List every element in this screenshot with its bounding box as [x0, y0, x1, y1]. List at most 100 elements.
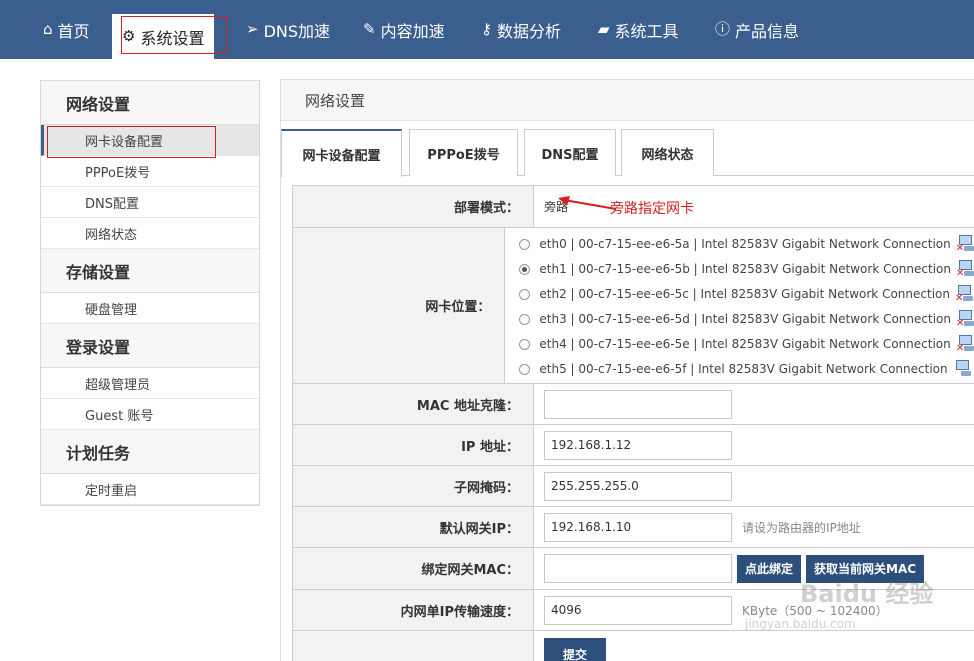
nav-product-info[interactable]: ⓘ 产品信息: [715, 0, 799, 59]
watermark-url: jingyan.baidu.com: [745, 617, 856, 631]
sidebar-item-scheduled-reboot[interactable]: 定时重启: [41, 474, 259, 505]
tab-pppoe[interactable]: PPPoE拨号: [409, 129, 518, 176]
bind-mac-input[interactable]: [544, 554, 732, 583]
nic-option-eth3[interactable]: eth3 | 00-c7-15-ee-e6-5d | Intel 82583V …: [519, 307, 974, 332]
nav-dns-acceleration[interactable]: ➢ DNS加速: [246, 0, 330, 59]
nic-option-eth5[interactable]: eth5 | 00-c7-15-ee-e6-5f | Intel 82583V …: [519, 357, 974, 382]
sidebar-item-network-status[interactable]: 网络状态: [41, 218, 259, 249]
radio-eth3[interactable]: [519, 313, 531, 325]
lan-speed-input[interactable]: [544, 595, 732, 625]
sidebar-item-guest[interactable]: Guest 账号: [41, 399, 259, 430]
bind-mac-label: 绑定网关MAC：: [293, 548, 534, 589]
sidebar-group-schedule[interactable]: 计划任务: [41, 430, 259, 474]
network-disconnected-icon: ✕: [956, 235, 974, 254]
lan-speed-label: 内网单IP传输速度：: [293, 590, 534, 630]
tab-network-status[interactable]: 网络状态: [621, 129, 714, 176]
sidebar-item-disk[interactable]: 硬盘管理: [41, 293, 259, 324]
network-disconnected-icon: ✕: [956, 335, 974, 354]
sidebar: 网络设置 网卡设备配置 PPPoE拨号 DNS配置 网络状态 存储设置 硬盘管理…: [40, 80, 260, 506]
tab-nic-config[interactable]: 网卡设备配置: [281, 129, 402, 177]
nic-option-eth2[interactable]: eth2 | 00-c7-15-ee-e6-5c | Intel 82583V …: [519, 282, 974, 307]
watermark-text: Baidu 经验: [800, 580, 934, 608]
netmask-cell: [534, 466, 974, 506]
mac-clone-label: MAC 地址克隆：: [293, 384, 534, 424]
nav-content-acceleration[interactable]: ✎ 内容加速: [363, 0, 445, 59]
netmask-label: 子网掩码：: [293, 466, 534, 506]
sidebar-group-storage[interactable]: 存储设置: [41, 249, 259, 293]
network-disconnected-icon: ✕: [955, 285, 974, 304]
row-deploy-mode: 部署模式： 旁路 旁路指定网卡: [293, 186, 974, 228]
nic-option-label: eth2 | 00-c7-15-ee-e6-5c | Intel 82583V …: [539, 287, 950, 301]
nic-position-label: 网卡位置：: [293, 228, 506, 383]
nav-system-tools[interactable]: ▰ 系统工具: [598, 0, 679, 59]
deploy-mode-label: 部署模式：: [293, 186, 534, 227]
row-submit: 提交: [293, 631, 974, 661]
sidebar-item-nic-config[interactable]: 网卡设备配置: [41, 125, 259, 156]
nav-product-info-label: 产品信息: [735, 21, 800, 41]
nav-system-tools-label: 系统工具: [614, 21, 679, 41]
sidebar-item-pppoe[interactable]: PPPoE拨号: [41, 156, 259, 187]
nic-option-list: eth0 | 00-c7-15-ee-e6-5a | Intel 82583V …: [519, 230, 974, 382]
radio-eth2[interactable]: [519, 288, 531, 300]
nic-option-label: eth4 | 00-c7-15-ee-e6-5e | Intel 82583V …: [539, 337, 951, 351]
mac-clone-cell: [534, 384, 974, 424]
row-mac-clone: MAC 地址克隆：: [293, 384, 974, 425]
radio-eth5[interactable]: [519, 363, 531, 375]
network-disconnected-icon: ✕: [956, 260, 974, 279]
bind-now-button[interactable]: 点此绑定: [737, 554, 802, 583]
radio-eth4[interactable]: [519, 338, 531, 350]
top-nav-bar: ⌂ 首页 ⚙ 系统设置 ➢ DNS加速 ✎ 内容加速 ⚷ 数据分析 ▰ 系统工具…: [0, 0, 974, 59]
gateway-hint: 请设为路由器的IP地址: [742, 520, 861, 535]
edit-icon: ✎: [363, 20, 376, 38]
row-netmask: 子网掩码：: [293, 466, 974, 507]
tab-bar: 网卡设备配置 PPPoE拨号 DNS配置 网络状态: [281, 129, 974, 177]
ip-label: IP 地址：: [293, 425, 534, 465]
home-icon: ⌂: [43, 20, 53, 38]
submit-button[interactable]: 提交: [544, 638, 606, 661]
nic-option-label: eth1 | 00-c7-15-ee-e6-5b | Intel 82583V …: [539, 262, 951, 276]
toolbox-icon: ▰: [598, 20, 610, 38]
gateway-input[interactable]: [544, 512, 732, 542]
sidebar-item-super-admin[interactable]: 超级管理员: [41, 368, 259, 399]
network-disconnected-icon: ✕: [956, 310, 974, 329]
annotation-text: 旁路指定网卡: [610, 201, 694, 217]
annotation-arrow: [558, 196, 617, 210]
nic-option-label: eth5 | 00-c7-15-ee-e6-5f | Intel 82583V …: [539, 362, 948, 376]
radio-eth1-selected[interactable]: [519, 263, 531, 275]
submit-label-cell: [293, 631, 534, 661]
nav-system-settings-label: 系统设置: [140, 28, 205, 48]
nic-option-label: eth3 | 00-c7-15-ee-e6-5d | Intel 82583V …: [539, 312, 951, 326]
gateway-label: 默认网关IP：: [293, 507, 534, 547]
info-icon: ⓘ: [715, 20, 731, 38]
row-nic-position: 网卡位置： eth0 | 00-c7-15-ee-e6-5a | Intel 8…: [293, 228, 974, 384]
nav-data-analysis-label: 数据分析: [497, 21, 562, 41]
tab-dns[interactable]: DNS配置: [524, 129, 616, 176]
sidebar-item-dns[interactable]: DNS配置: [41, 187, 259, 218]
nic-option-eth1[interactable]: eth1 | 00-c7-15-ee-e6-5b | Intel 82583V …: [519, 257, 974, 282]
netmask-input[interactable]: [544, 471, 732, 501]
nav-data-analysis[interactable]: ⚷ 数据分析: [481, 0, 561, 59]
row-gateway: 默认网关IP： 请设为路由器的IP地址: [293, 507, 974, 548]
radio-eth0[interactable]: [519, 238, 531, 250]
nav-home[interactable]: ⌂ 首页: [43, 0, 90, 59]
nav-system-settings[interactable]: ⚙ 系统设置: [112, 14, 215, 59]
nav-home-label: 首页: [57, 21, 90, 41]
paper-plane-icon: ➢: [246, 20, 259, 38]
submit-cell: 提交: [534, 631, 974, 661]
nic-option-label: eth0 | 00-c7-15-ee-e6-5a | Intel 82583V …: [539, 237, 951, 251]
gears-icon: ⚙: [122, 27, 136, 45]
network-connected-icon: [954, 360, 972, 378]
sidebar-group-network[interactable]: 网络设置: [41, 81, 259, 125]
nic-option-eth4[interactable]: eth4 | 00-c7-15-ee-e6-5e | Intel 82583V …: [519, 332, 974, 357]
gateway-cell: 请设为路由器的IP地址: [534, 507, 974, 547]
nav-dns-acceleration-label: DNS加速: [263, 21, 331, 41]
ip-input[interactable]: [544, 430, 732, 460]
deploy-mode-cell: 旁路 旁路指定网卡: [534, 186, 974, 227]
nic-position-cell: eth0 | 00-c7-15-ee-e6-5a | Intel 82583V …: [505, 228, 974, 383]
nav-content-acceleration-label: 内容加速: [380, 21, 445, 41]
nic-option-eth0[interactable]: eth0 | 00-c7-15-ee-e6-5a | Intel 82583V …: [519, 232, 974, 257]
ip-cell: [534, 425, 974, 465]
sidebar-group-login[interactable]: 登录设置: [41, 324, 259, 368]
mac-clone-input[interactable]: [544, 389, 732, 419]
panel-title: 网络设置: [281, 80, 974, 121]
